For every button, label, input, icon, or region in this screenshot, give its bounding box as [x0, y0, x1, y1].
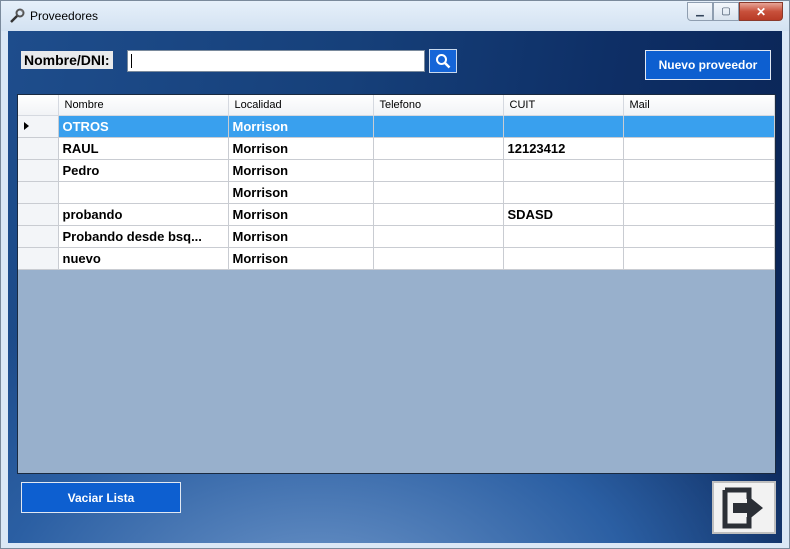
cell-telefono[interactable]	[373, 137, 504, 160]
clear-list-button[interactable]: Vaciar Lista	[21, 482, 181, 513]
cell-mail[interactable]	[623, 225, 775, 248]
row-header[interactable]	[18, 203, 59, 226]
cell-localidad[interactable]: Morrison	[228, 137, 374, 160]
cell-nombre[interactable]: Pedro	[58, 159, 229, 182]
cell-mail[interactable]	[623, 115, 775, 138]
column-header-cuit[interactable]: CUIT	[503, 95, 624, 116]
text-caret	[131, 54, 132, 68]
exit-arrow-icon	[722, 487, 763, 528]
cell-mail[interactable]	[623, 181, 775, 204]
cell-telefono[interactable]	[373, 115, 504, 138]
table-row[interactable]: Probando desde bsq... Morrison	[18, 225, 775, 248]
cell-nombre[interactable]	[58, 181, 229, 204]
new-provider-button[interactable]: Nuevo proveedor	[645, 50, 771, 80]
cell-telefono[interactable]	[373, 225, 504, 248]
search-label: Nombre/DNI:	[21, 51, 113, 69]
close-button[interactable]: ✕	[739, 2, 783, 21]
cell-telefono[interactable]	[373, 159, 504, 182]
row-header[interactable]	[18, 115, 59, 138]
row-header[interactable]	[18, 137, 59, 160]
close-icon: ✕	[755, 4, 767, 19]
cell-cuit[interactable]	[503, 115, 624, 138]
magnifier-icon	[436, 54, 451, 69]
row-header[interactable]	[18, 247, 59, 270]
client-area: Nombre/DNI: Nuevo proveedor Nombre Local…	[8, 31, 782, 543]
column-header-localidad[interactable]: Localidad	[228, 95, 374, 116]
providers-table: Nombre Localidad Telefono CUIT Mail OTRO…	[18, 95, 775, 270]
cell-nombre[interactable]: OTROS	[58, 115, 229, 138]
column-header-nombre[interactable]: Nombre	[58, 95, 229, 116]
cell-mail[interactable]	[623, 203, 775, 226]
cell-cuit[interactable]	[503, 181, 624, 204]
cell-localidad[interactable]: Morrison	[228, 181, 374, 204]
tools-icon	[10, 8, 25, 23]
cell-telefono[interactable]	[373, 181, 504, 204]
cell-nombre[interactable]: RAUL	[58, 137, 229, 160]
search-button[interactable]	[429, 49, 457, 73]
table-row[interactable]: Morrison	[18, 181, 775, 204]
caption-buttons: ▁ ▢ ✕	[687, 2, 783, 22]
row-header[interactable]	[18, 225, 59, 248]
cell-cuit[interactable]: 12123412	[503, 137, 624, 160]
cell-localidad[interactable]: Morrison	[228, 115, 374, 138]
minimize-icon: ▁	[696, 6, 704, 17]
cell-cuit[interactable]	[503, 225, 624, 248]
table-row[interactable]: probando Morrison SDASD	[18, 203, 775, 226]
cell-cuit[interactable]	[503, 159, 624, 182]
header-row: Nombre Localidad Telefono CUIT Mail	[18, 95, 775, 116]
table-row[interactable]: OTROS Morrison	[18, 115, 775, 138]
column-header-telefono[interactable]: Telefono	[373, 95, 504, 116]
exit-button[interactable]	[712, 481, 776, 534]
table-row[interactable]: nuevo Morrison	[18, 247, 775, 270]
cell-mail[interactable]	[623, 159, 775, 182]
cell-cuit[interactable]	[503, 247, 624, 270]
window-title: Proveedores	[30, 9, 99, 23]
cell-localidad[interactable]: Morrison	[228, 225, 374, 248]
cell-localidad[interactable]: Morrison	[228, 247, 374, 270]
cell-nombre[interactable]: Probando desde bsq...	[58, 225, 229, 248]
proveedores-window: Proveedores ▁ ▢ ✕ Nombre/DNI: Nuevo prov…	[0, 0, 790, 549]
cell-nombre[interactable]: nuevo	[58, 247, 229, 270]
maximize-icon: ▢	[721, 6, 731, 17]
cell-nombre[interactable]: probando	[58, 203, 229, 226]
search-input[interactable]	[127, 50, 425, 72]
cell-telefono[interactable]	[373, 203, 504, 226]
cell-mail[interactable]	[623, 137, 775, 160]
title-bar[interactable]: Proveedores ▁ ▢ ✕	[1, 1, 789, 31]
cell-telefono[interactable]	[373, 247, 504, 270]
column-header-mail[interactable]: Mail	[623, 95, 775, 116]
table-row[interactable]: RAUL Morrison 12123412	[18, 137, 775, 160]
maximize-button[interactable]: ▢	[713, 2, 739, 21]
cell-localidad[interactable]: Morrison	[228, 159, 374, 182]
table-row[interactable]: Pedro Morrison	[18, 159, 775, 182]
providers-grid[interactable]: Nombre Localidad Telefono CUIT Mail OTRO…	[17, 94, 776, 474]
corner-header	[18, 95, 59, 116]
cell-localidad[interactable]: Morrison	[228, 203, 374, 226]
row-header[interactable]	[18, 181, 59, 204]
cell-mail[interactable]	[623, 247, 775, 270]
cell-cuit[interactable]: SDASD	[503, 203, 624, 226]
current-row-icon	[24, 122, 29, 130]
minimize-button[interactable]: ▁	[687, 2, 713, 21]
row-header[interactable]	[18, 159, 59, 182]
